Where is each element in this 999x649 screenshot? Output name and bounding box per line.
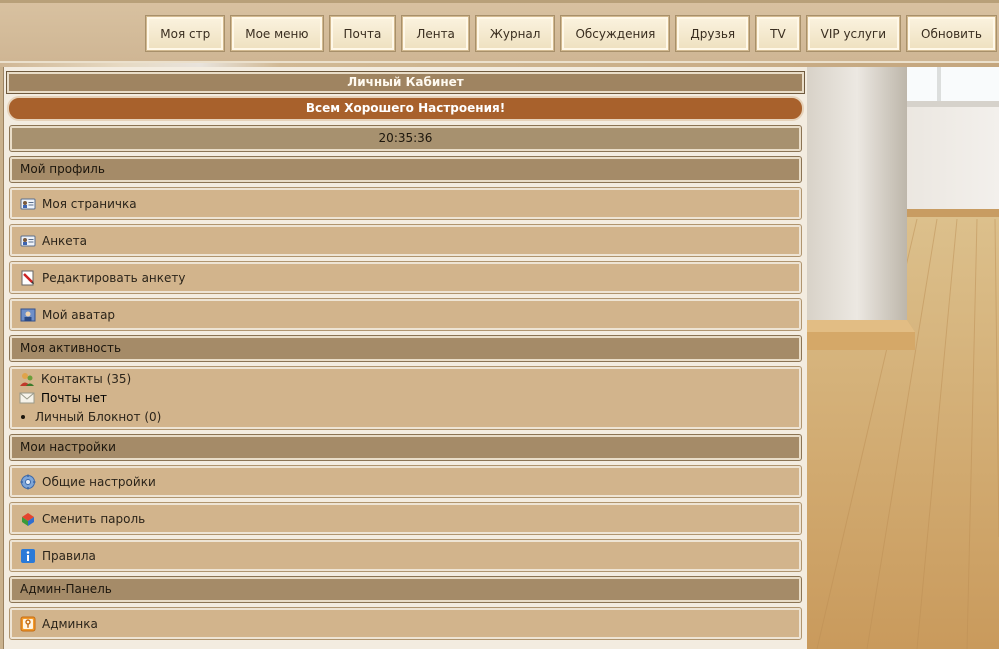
menu-item-label: Анкета bbox=[42, 233, 88, 248]
menu-item-label: Мой аватар bbox=[42, 307, 116, 322]
nav-friends-button[interactable]: Друзья bbox=[675, 15, 751, 52]
menu-item-questionnaire[interactable]: Анкета bbox=[9, 224, 802, 257]
menu-item-general-settings[interactable]: Общие настройки bbox=[9, 465, 802, 498]
key-icon bbox=[20, 616, 36, 631]
section-profile-header: Мой профиль bbox=[9, 156, 802, 183]
edit-document-icon bbox=[21, 270, 34, 285]
info-icon bbox=[21, 548, 35, 563]
nav-vip-button[interactable]: VIP услуги bbox=[805, 15, 902, 52]
nav-journal-button[interactable]: Журнал bbox=[474, 15, 556, 52]
nav-tv-button[interactable]: TV bbox=[755, 15, 801, 52]
menu-item-label: Моя страничка bbox=[42, 196, 137, 211]
nav-my-page-button[interactable]: Моя стр bbox=[145, 15, 226, 52]
room-illustration bbox=[807, 67, 999, 649]
greeting-banner: Всем Хорошего Настроения! bbox=[7, 96, 804, 121]
password-icon bbox=[22, 512, 34, 526]
bullet-icon bbox=[21, 415, 25, 419]
menu-item-rules[interactable]: Правила bbox=[9, 539, 802, 572]
menu-item-my-page[interactable]: Моя страничка bbox=[9, 187, 802, 220]
cabinet-panel: Личный Кабинет Всем Хорошего Настроения!… bbox=[3, 67, 807, 649]
contacts-link[interactable]: Контакты (35) bbox=[41, 371, 131, 387]
mail-status: Почты нет bbox=[41, 391, 107, 405]
section-settings-header: Мои настройки bbox=[9, 434, 802, 461]
id-card-icon bbox=[20, 198, 36, 209]
section-activity-header: Моя активность bbox=[9, 335, 802, 362]
nav-feed-button[interactable]: Лента bbox=[401, 15, 470, 52]
notebook-link[interactable]: Личный Блокнот (0) bbox=[35, 409, 161, 425]
nav-discussions-button[interactable]: Обсуждения bbox=[560, 15, 671, 52]
contacts-row[interactable]: Контакты (35) bbox=[19, 371, 131, 387]
menu-item-label: Общие настройки bbox=[42, 474, 156, 489]
menu-item-change-password[interactable]: Сменить пароль bbox=[9, 502, 802, 535]
envelope-icon bbox=[19, 392, 35, 404]
notebook-row[interactable]: Личный Блокнот (0) bbox=[19, 409, 161, 425]
menu-item-admin[interactable]: Админка bbox=[9, 607, 802, 640]
nav-mail-button[interactable]: Почта bbox=[328, 15, 397, 52]
menu-item-label: Правила bbox=[42, 548, 96, 563]
background-room-photo bbox=[807, 67, 999, 649]
mail-row: Почты нет bbox=[19, 390, 107, 406]
menu-item-my-avatar[interactable]: Мой аватар bbox=[9, 298, 802, 331]
top-bar: Моя стр Мое меню Почта Лента Журнал Обсу… bbox=[0, 0, 999, 63]
activity-block: Контакты (35) Почты нет Личный Блокнот (… bbox=[9, 366, 802, 430]
nav-refresh-button[interactable]: Обновить bbox=[906, 15, 997, 52]
contacts-icon bbox=[20, 373, 34, 386]
main-nav: Моя стр Мое меню Почта Лента Журнал Обсу… bbox=[145, 15, 997, 52]
clock: 20:35:36 bbox=[9, 125, 802, 152]
gear-icon bbox=[20, 474, 36, 489]
avatar-icon bbox=[20, 308, 36, 321]
section-admin-header: Админ-Панель bbox=[9, 576, 802, 603]
panel-title: Личный Кабинет bbox=[6, 71, 805, 94]
menu-item-label: Админка bbox=[42, 616, 98, 631]
menu-item-edit-questionnaire[interactable]: Редактировать анкету bbox=[9, 261, 802, 294]
nav-my-menu-button[interactable]: Мое меню bbox=[230, 15, 324, 52]
menu-item-label: Сменить пароль bbox=[42, 511, 146, 526]
menu-item-label: Редактировать анкету bbox=[42, 270, 186, 285]
id-card-icon bbox=[20, 235, 36, 246]
